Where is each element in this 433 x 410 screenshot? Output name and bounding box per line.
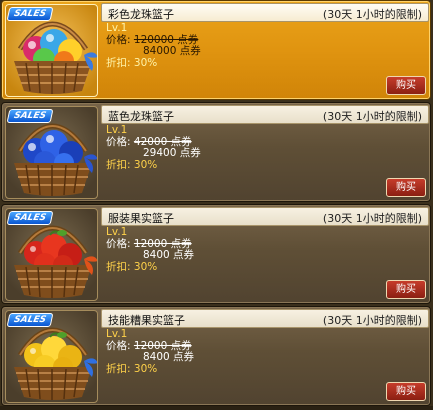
item-info: Lv.1 价格: 12000 点券 8400 点券 折扣: 30% [106,328,194,376]
shop-item-list: SALES 彩色龙珠篮子 (30天 1小时的限制) Lv.1 价格: 12000… [0,0,433,410]
original-price: 120000 点券 [133,33,199,46]
item-thumbnail[interactable]: SALES [5,310,98,403]
item-info: Lv.1 价格: 120000 点券 84000 点券 折扣: 30% [106,22,201,70]
buy-button[interactable]: 购买 [386,178,426,197]
sales-badge: SALES [6,211,54,225]
price-label: 价格: [106,135,131,148]
original-price: 42000 点券 [133,135,192,148]
shop-item-card[interactable]: SALES 服装果实篮子 (30天 1小时的限制) Lv.1 价格: 12000… [1,204,431,304]
time-limit-text: (30天 1小时的限制) [322,110,422,123]
item-name: 彩色龙珠篮子 [108,8,174,21]
discount-value: 30% [133,260,158,273]
buy-button[interactable]: 购买 [386,76,426,95]
item-name: 蓝色龙珠篮子 [108,110,174,123]
item-thumbnail[interactable]: SALES [5,4,98,97]
price-label: 价格: [106,237,131,250]
discount-label: 折扣: [106,56,131,69]
buy-button[interactable]: 购买 [386,280,426,299]
discount-label: 折扣: [106,362,131,375]
item-thumbnail[interactable]: SALES [5,208,98,301]
discount-label: 折扣: [106,260,131,273]
discount-value: 30% [133,158,158,171]
item-title-bar: 服装果实篮子 (30天 1小时的限制) [101,207,429,226]
discount-row: 折扣: 30% [106,56,201,70]
shop-item-card[interactable]: SALES 彩色龙珠篮子 (30天 1小时的限制) Lv.1 价格: 12000… [1,0,431,100]
discount-row: 折扣: 30% [106,158,201,172]
time-limit-text: (30天 1小时的限制) [322,212,422,225]
item-info: Lv.1 价格: 12000 点券 8400 点券 折扣: 30% [106,226,194,274]
discount-value: 30% [133,362,158,375]
item-title-bar: 蓝色龙珠篮子 (30天 1小时的限制) [101,105,429,124]
original-price: 12000 点券 [133,237,192,250]
price-label: 价格: [106,339,131,352]
original-price: 12000 点券 [133,339,192,352]
sales-badge: SALES [6,7,54,21]
sales-badge: SALES [6,313,54,327]
time-limit-text: (30天 1小时的限制) [322,8,422,21]
buy-button[interactable]: 购买 [386,382,426,401]
sales-badge: SALES [6,109,54,123]
item-name: 技能糟果实篮子 [108,314,185,327]
discount-row: 折扣: 30% [106,260,194,274]
item-title-bar: 技能糟果实篮子 (30天 1小时的限制) [101,309,429,328]
shop-item-card[interactable]: SALES 技能糟果实篮子 (30天 1小时的限制) Lv.1 价格: 1200… [1,306,431,406]
shop-item-card[interactable]: SALES 蓝色龙珠篮子 (30天 1小时的限制) Lv.1 价格: 42000… [1,102,431,202]
time-limit-text: (30天 1小时的限制) [322,314,422,327]
price-label: 价格: [106,33,131,46]
item-info: Lv.1 价格: 42000 点券 29400 点券 折扣: 30% [106,124,201,172]
discount-value: 30% [133,56,158,69]
discount-label: 折扣: [106,158,131,171]
item-title-bar: 彩色龙珠篮子 (30天 1小时的限制) [101,3,429,22]
list-bottom-edge [0,406,433,410]
item-name: 服装果实篮子 [108,212,174,225]
discount-row: 折扣: 30% [106,362,194,376]
item-thumbnail[interactable]: SALES [5,106,98,199]
